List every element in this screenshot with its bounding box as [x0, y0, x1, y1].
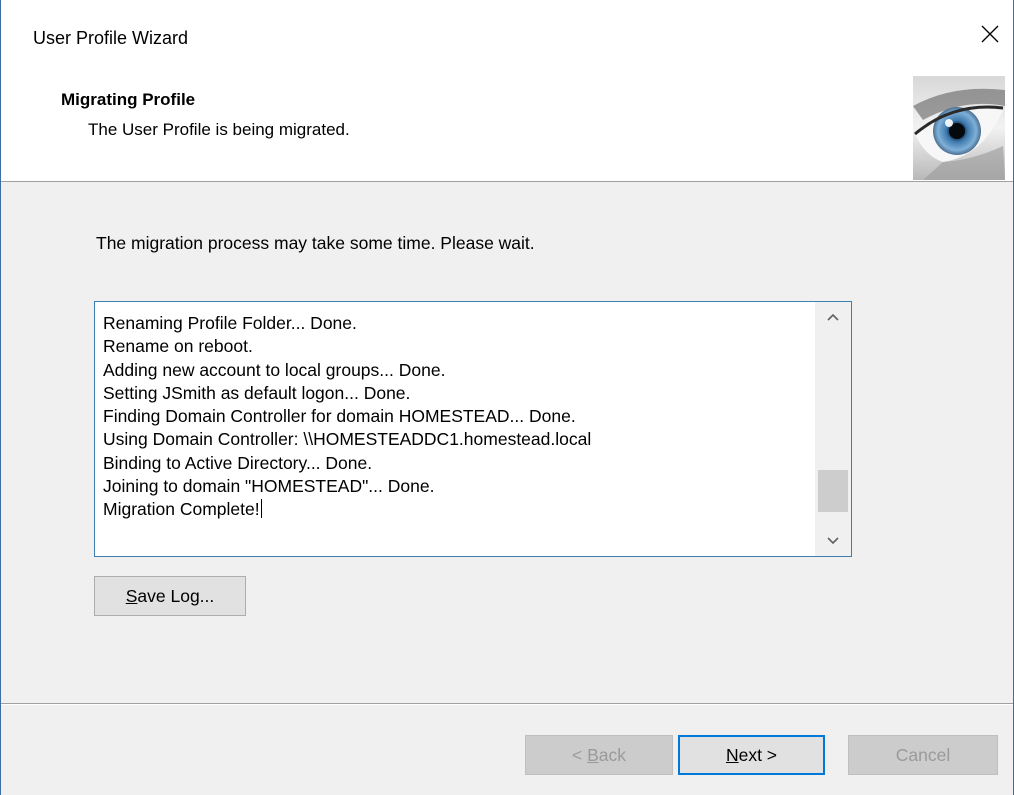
close-button[interactable]: [967, 14, 1013, 54]
log-line: Using Domain Controller: \\HOMESTEADDC1.…: [103, 429, 592, 450]
log-line: Setting JSmith as default logon... Done.: [103, 382, 411, 403]
log-line-last: Migration Complete!: [103, 498, 591, 521]
log-line: Adding new account to local groups... Do…: [103, 359, 446, 380]
wizard-header: Migrating Profile The User Profile is be…: [1, 76, 1013, 182]
wizard-body: The migration process may take some time…: [1, 183, 1013, 703]
wizard-footer: < Back Next > Cancel: [1, 705, 1013, 795]
save-log-button[interactable]: Save Log...: [94, 576, 246, 616]
back-button[interactable]: < Back: [525, 735, 673, 775]
log-line: Binding to Active Directory... Done.: [103, 452, 373, 473]
next-button[interactable]: Next >: [678, 735, 825, 775]
chevron-down-icon: [827, 537, 839, 545]
window-title: User Profile Wizard: [33, 28, 189, 48]
log-line: Finding Domain Controller for domain HOM…: [103, 406, 576, 427]
close-icon: [981, 25, 999, 43]
log-line: Rename on reboot.: [103, 336, 253, 357]
save-log-label: ave Log...: [137, 585, 215, 606]
log-line: Joining to domain "HOMESTEAD"... Done.: [103, 476, 435, 497]
cancel-button[interactable]: Cancel: [848, 735, 998, 775]
log-line: Renaming Profile Folder... Done.: [103, 313, 357, 333]
scroll-thumb[interactable]: [818, 470, 848, 512]
eye-image: [913, 76, 1005, 180]
instruction-text: The migration process may take some time…: [96, 233, 535, 253]
save-log-mnemonic: S: [125, 585, 138, 606]
scroll-down-button[interactable]: [815, 526, 851, 556]
vertical-scrollbar[interactable]: [815, 302, 851, 556]
log-line-text: Migration Complete!: [103, 499, 260, 520]
text-caret: [260, 499, 262, 519]
wizard-window: User Profile Wizard Migrating Profile Th…: [0, 0, 1014, 795]
back-prefix: <: [571, 744, 588, 765]
next-label: ext >: [738, 744, 778, 765]
back-label: ack: [598, 744, 626, 765]
migration-log[interactable]: Renaming Profile Folder... Done. Rename …: [94, 301, 852, 557]
cancel-label: Cancel: [895, 744, 951, 765]
chevron-up-icon: [827, 313, 839, 321]
title-bar[interactable]: User Profile Wizard: [1, 0, 1013, 76]
scroll-up-button[interactable]: [815, 302, 851, 332]
next-mnemonic: N: [725, 744, 739, 765]
page-title: Migrating Profile: [61, 90, 196, 109]
back-mnemonic: B: [587, 744, 599, 765]
page-subtitle: The User Profile is being migrated.: [88, 120, 350, 139]
log-lines: Renaming Profile Folder... Done. Rename …: [103, 312, 591, 522]
